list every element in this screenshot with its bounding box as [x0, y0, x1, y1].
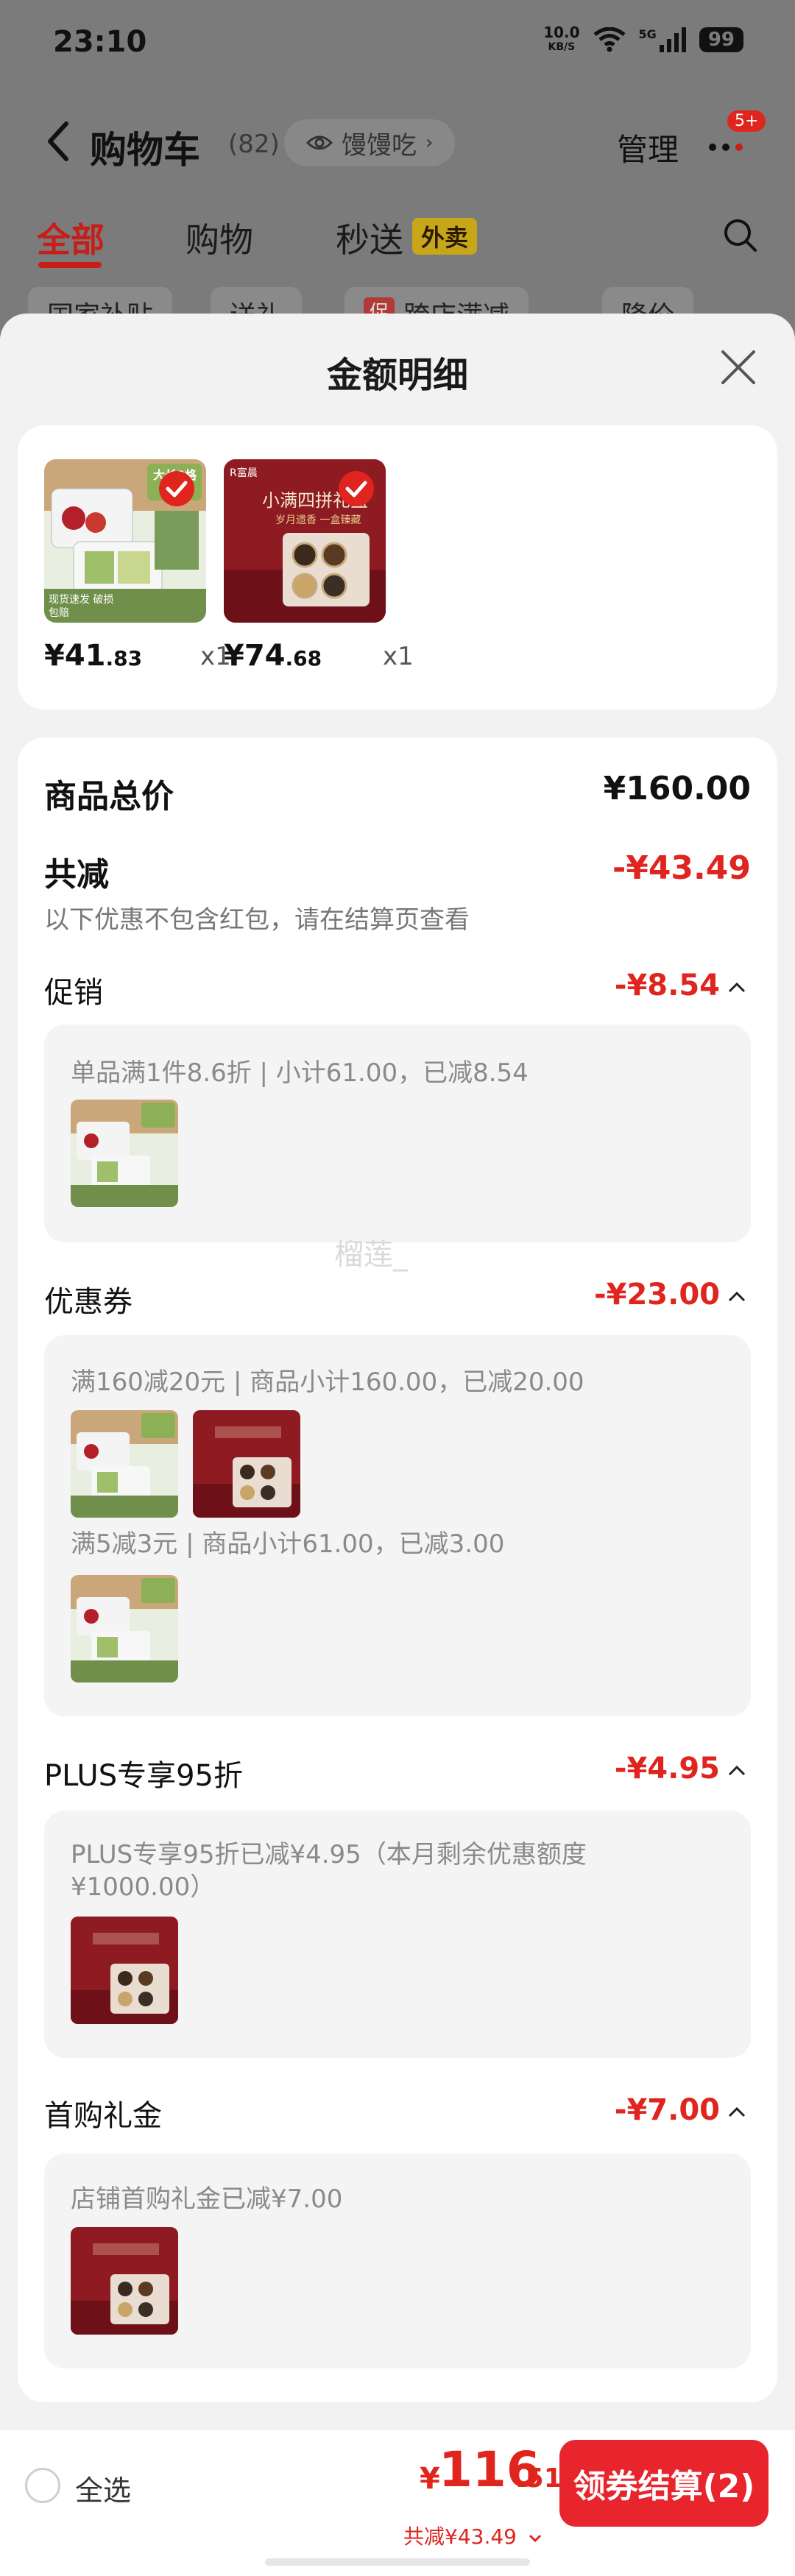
- coupon-line: 满5减3元 | 商品小计61.00，已减3.00: [71, 1529, 505, 1559]
- close-icon[interactable]: [718, 347, 758, 387]
- eye-icon: [306, 135, 333, 150]
- discount-label: 共减: [44, 856, 109, 894]
- product-card: 大长3格 现货速发 破损包赔 ¥41.83 x1 R富晨 小满四拼礼盒 岁月遗香…: [18, 425, 777, 710]
- product-item[interactable]: R富晨 小满四拼礼盒 岁月遗香 一盒臻藏 ¥74.68 x1: [224, 459, 430, 680]
- plus-label: PLUS专享95折: [44, 1759, 243, 1793]
- tab-express[interactable]: 秒送: [336, 213, 403, 262]
- promo-line: 单品满1件8.6折 | 小计61.00，已减8.54: [71, 1058, 529, 1088]
- battery-indicator: 99: [699, 27, 743, 52]
- image-subtitle-text: 岁月遗香 一盒臻藏: [275, 514, 361, 526]
- tab-shopping[interactable]: 购物: [186, 213, 253, 262]
- total-discount-text: 共减¥43.49: [403, 2524, 517, 2549]
- status-icons: 10.0 KB/S 5G 99: [543, 25, 743, 54]
- tab-all[interactable]: 全部: [37, 213, 105, 262]
- sheet-title: 金额明细: [326, 355, 468, 396]
- plus-panel: PLUS专享95折已减¥4.95（本月剩余优惠额度 ¥1000.00）: [44, 1811, 751, 2058]
- select-all-radio[interactable]: [25, 2468, 60, 2503]
- coupon-amount[interactable]: -¥23.00: [559, 1278, 720, 1312]
- product-price: ¥41.83: [44, 639, 143, 673]
- coupon-panel: 满160减20元 | 商品小计160.00，已减20.00 满5减3元 | 商品…: [44, 1335, 751, 1716]
- first-purchase-panel: 店铺首购礼金已减¥7.00: [44, 2154, 751, 2368]
- product-thumb: [71, 1100, 178, 1207]
- product-thumb: [71, 1917, 178, 2024]
- coupon-label: 优惠券: [44, 1285, 132, 1319]
- product-price: ¥74.68: [224, 639, 322, 673]
- discount-value: -¥43.49: [612, 849, 751, 887]
- first-purchase-line: 店铺首购礼金已减¥7.00: [71, 2184, 343, 2214]
- image-caption-text: 现货速发 破损包赔: [49, 594, 114, 619]
- promo-panel: 单品满1件8.6折 | 小计61.00，已减8.54: [44, 1025, 751, 1242]
- chevron-up-icon[interactable]: [727, 1765, 746, 1777]
- page-title: 购物车: [90, 129, 200, 171]
- image-brand-text: R富晨: [230, 467, 258, 479]
- plus-line: PLUS专享95折已减¥4.95（本月剩余优惠额度: [71, 1840, 587, 1869]
- cart-header: 购物车 (82) 馒馒吃 › 管理 5+: [0, 110, 795, 177]
- chevron-up-icon[interactable]: [727, 2106, 746, 2118]
- chevron-right-icon: ›: [425, 132, 434, 154]
- product-thumb: [71, 2227, 178, 2335]
- total-decimal: .51: [515, 2463, 562, 2494]
- promo-amount[interactable]: -¥8.54: [559, 969, 720, 1002]
- chevron-up-icon[interactable]: [727, 1291, 746, 1303]
- product-qty: x1: [383, 642, 414, 671]
- takeout-tag: 外卖: [412, 218, 478, 255]
- product-thumb: [71, 1575, 178, 1682]
- status-time: 23:10: [53, 25, 147, 59]
- total-discount-toggle[interactable]: 共减¥43.49: [403, 2521, 543, 2550]
- total-label: 商品总价: [44, 778, 174, 815]
- signal-icon: 5G: [639, 27, 686, 52]
- cart-tabs: 全部 购物 秒送 外卖: [0, 213, 795, 272]
- coupon-line: 满160减20元 | 商品小计160.00，已减20.00: [71, 1367, 584, 1397]
- check-icon: [159, 471, 194, 506]
- discount-note: 以下优惠不包含红包，请在结算页查看: [44, 905, 470, 935]
- product-thumb: [193, 1410, 300, 1518]
- notification-badge: 5+: [727, 110, 766, 132]
- product-thumb: [71, 1410, 178, 1518]
- select-all-label[interactable]: 全选: [75, 2468, 131, 2508]
- tab-active-indicator: [38, 262, 102, 268]
- back-arrow-icon[interactable]: [44, 119, 74, 163]
- promo-label: 促销: [44, 976, 103, 1010]
- search-icon[interactable]: [721, 216, 760, 255]
- product-item[interactable]: 大长3格 现货速发 破损包赔 ¥41.83 x1: [44, 459, 250, 680]
- net-speed: 10.0 KB/S: [543, 24, 580, 53]
- address-pill-label: 馒馒吃: [342, 130, 417, 160]
- more-dots-icon[interactable]: [707, 128, 751, 158]
- manage-button[interactable]: 管理: [617, 125, 679, 170]
- watermark: 榴莲_: [334, 1238, 408, 1272]
- status-bar: 23:10 10.0 KB/S 5G 99: [0, 0, 795, 88]
- first-purchase-label: 首购礼金: [44, 2099, 162, 2133]
- checkout-button[interactable]: 领券结算(2): [559, 2440, 768, 2527]
- chevron-down-icon: [529, 2534, 541, 2543]
- cart-count: (82): [228, 130, 280, 159]
- wifi-icon: [593, 27, 626, 52]
- total-value: ¥160.00: [603, 770, 751, 807]
- address-pill[interactable]: 馒馒吃 ›: [284, 119, 456, 166]
- plus-line: ¥1000.00）: [71, 1872, 216, 1902]
- chevron-up-icon[interactable]: [727, 982, 746, 994]
- first-purchase-amount[interactable]: -¥7.00: [559, 2093, 720, 2127]
- check-icon: [339, 471, 374, 506]
- checkout-bar: 全选 ¥ 116 .51 共减¥43.49 领券结算(2): [0, 2429, 795, 2576]
- plus-amount[interactable]: -¥4.95: [559, 1752, 720, 1786]
- total-currency: ¥: [420, 2462, 440, 2496]
- home-indicator: [265, 2558, 530, 2566]
